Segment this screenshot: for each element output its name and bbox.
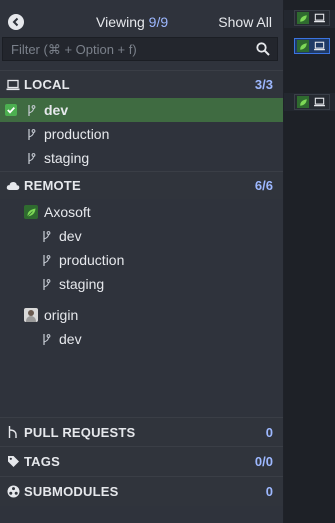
local-count-total: 3: [265, 77, 273, 92]
remote-count-total: 6: [265, 178, 273, 193]
tags-label: TAGS: [24, 454, 60, 469]
branch-icon: [41, 332, 51, 346]
show-all-button[interactable]: Show All: [218, 14, 272, 30]
remote-count: 6/6: [255, 178, 273, 193]
viewing-total: 9: [160, 14, 169, 30]
submodules-label: SUBMODULES: [24, 484, 119, 499]
branch-name: dev: [59, 331, 82, 347]
remote-item-origin[interactable]: origin: [0, 303, 283, 327]
remote-branch-row[interactable]: dev: [0, 224, 283, 248]
laptop-icon: [6, 78, 20, 92]
remote-name: origin: [44, 307, 79, 323]
viewing-label: Viewing: [96, 14, 145, 30]
graph-branch-badge-selected[interactable]: [294, 38, 330, 54]
submodule-icon: [6, 485, 20, 499]
pull-requests-label: PULL REQUESTS: [24, 424, 136, 440]
branch-name: production: [44, 126, 110, 142]
branch-name: staging: [59, 276, 105, 292]
axosoft-leaf-icon: [24, 205, 38, 219]
remote-item-axosoft[interactable]: Axosoft: [0, 200, 283, 224]
local-section-label: LOCAL: [24, 77, 70, 92]
laptop-icon: [312, 40, 326, 52]
branch-icon: [26, 127, 36, 141]
graph-branch-badge[interactable]: [294, 94, 330, 110]
pull-request-icon: [6, 425, 20, 439]
branch-icon: [41, 277, 51, 291]
left-panel: Viewing 9/9 Show All LOCAL 3/3 dev produ…: [0, 0, 284, 523]
local-branch-row[interactable]: dev: [0, 98, 283, 122]
local-branch-row[interactable]: staging: [0, 146, 283, 170]
viewing-indicator: Viewing 9/9: [96, 14, 168, 30]
axosoft-leaf-icon: [297, 40, 309, 52]
remote-branch-row[interactable]: staging: [0, 272, 283, 296]
commit-graph-strip: [284, 0, 335, 523]
search-icon[interactable]: [255, 41, 271, 57]
local-section-header[interactable]: LOCAL 3/3: [0, 70, 283, 98]
remote-section-header[interactable]: REMOTE 6/6: [0, 171, 283, 199]
filter-input[interactable]: [9, 40, 255, 58]
remote-name: Axosoft: [44, 204, 91, 220]
back-icon[interactable]: [8, 14, 24, 30]
checked-out-checkbox-icon: [5, 104, 17, 116]
local-branch-row[interactable]: production: [0, 122, 283, 146]
pull-requests-section-header[interactable]: PULL REQUESTS 0: [0, 417, 283, 446]
tags-count-total: 0: [265, 454, 273, 469]
branch-name: dev: [44, 102, 69, 118]
remote-branch-row[interactable]: production: [0, 248, 283, 272]
remote-branch-row[interactable]: dev: [0, 327, 283, 351]
submodules-count: 0: [265, 484, 273, 499]
axosoft-leaf-icon: [297, 96, 309, 108]
laptop-icon: [312, 12, 326, 24]
origin-avatar: [24, 308, 38, 322]
branch-icon: [26, 103, 36, 117]
remote-section-label: REMOTE: [24, 178, 81, 193]
branch-name: production: [59, 252, 125, 268]
tags-count: 0/0: [255, 454, 273, 469]
branch-icon: [26, 151, 36, 165]
tag-icon: [6, 455, 20, 469]
branch-name: staging: [44, 150, 90, 166]
tags-section-header[interactable]: TAGS 0/0: [0, 446, 283, 476]
local-count: 3/3: [255, 77, 273, 92]
cloud-icon: [6, 179, 20, 193]
avatar-shoulders: [26, 316, 36, 322]
branch-icon: [41, 229, 51, 243]
submodules-section-header[interactable]: SUBMODULES 0: [0, 476, 283, 506]
laptop-icon: [312, 96, 326, 108]
graph-branch-badge[interactable]: [294, 10, 330, 26]
filter-field: [2, 37, 278, 61]
branch-name: dev: [59, 228, 82, 244]
axosoft-leaf-icon: [297, 12, 309, 24]
pull-requests-count: 0: [265, 424, 273, 440]
branch-icon: [41, 253, 51, 267]
